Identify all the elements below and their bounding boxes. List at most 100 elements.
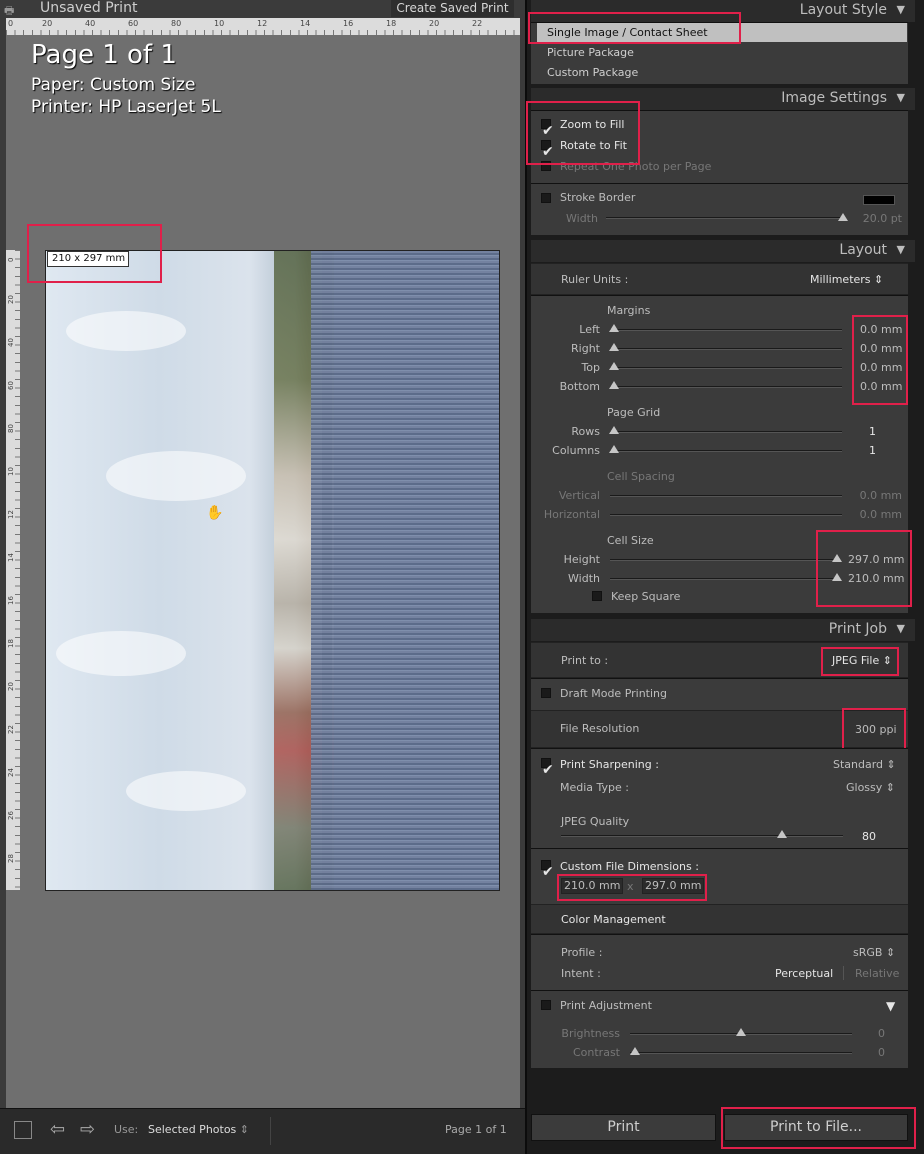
margin-top-slider[interactable] — [610, 367, 842, 369]
paper-info: Paper: Custom Size — [31, 75, 196, 95]
stroke-border-checkbox[interactable] — [541, 193, 551, 203]
cloud — [126, 771, 246, 811]
preview-toolbar: 🖶 Unsaved Print Create Saved Print — [0, 0, 525, 18]
margin-left-slider-knob[interactable] — [609, 324, 619, 332]
jpeg-quality-slider[interactable] — [561, 835, 843, 837]
custom-dims-checkbox[interactable]: ✔ — [541, 860, 554, 879]
print-sharpening-select-value: Standard — [833, 758, 884, 771]
contrast-slider-knob[interactable] — [630, 1047, 640, 1055]
divider — [843, 966, 844, 980]
stroke-color-swatch[interactable] — [863, 195, 895, 205]
expand-triangle-icon[interactable]: ▼ — [886, 999, 895, 1013]
use-select[interactable]: Selected Photos ⇕ — [148, 1123, 249, 1136]
color-management-label: Color Management — [561, 913, 666, 926]
print-title: Unsaved Print — [40, 0, 138, 16]
intent-relative-button[interactable]: Relative — [855, 967, 899, 980]
cell-width-slider[interactable] — [610, 578, 840, 580]
print-preview-photo[interactable] — [45, 250, 500, 891]
ruler-vertical: 0 20 40 60 80 10 12 14 16 18 20 22 24 26… — [6, 250, 20, 890]
margin-right-slider[interactable] — [610, 348, 842, 350]
ruler-top-label: 22 — [472, 19, 483, 28]
horizontal-spacing-slider[interactable] — [610, 514, 842, 516]
ruler-left-label: 60 — [7, 381, 15, 390]
ruler-top-label: 60 — [128, 19, 139, 28]
margin-top-slider-knob[interactable] — [609, 362, 619, 370]
margin-left-slider[interactable] — [610, 329, 842, 331]
arrow-left-icon[interactable]: ⇦ — [50, 1119, 65, 1140]
profile-select[interactable]: sRGB ⇕ — [853, 946, 895, 959]
keep-square-label: Keep Square — [611, 590, 681, 603]
vertical-spacing-slider[interactable] — [610, 495, 842, 497]
jpeg-quality-slider-knob[interactable] — [777, 830, 787, 838]
layout-style-custom-package[interactable]: Custom Package — [537, 63, 907, 82]
media-type-select[interactable]: Glossy ⇕ — [846, 781, 895, 794]
media-type-select-value: Glossy — [846, 781, 883, 794]
highlight-box — [721, 1107, 916, 1149]
highlight-box — [557, 874, 707, 901]
ruler-left-label: 0 — [7, 257, 15, 262]
print-sharpening-checkbox[interactable]: ✔ — [541, 758, 554, 777]
ruler-top-label: 10 — [214, 19, 225, 28]
layout-header[interactable]: Layout ▼ — [531, 240, 915, 262]
draft-mode-checkbox[interactable] — [541, 688, 551, 698]
contrast-value: 0 — [878, 1046, 885, 1059]
print-job-header[interactable]: Print Job ▼ — [531, 619, 915, 641]
ruler-left-label: 40 — [7, 338, 15, 347]
hand-cursor-icon: ✋ — [206, 505, 224, 521]
print-adjustment-label: Print Adjustment — [560, 999, 652, 1012]
ruler-units-select[interactable]: Millimeters ⇕ — [810, 273, 883, 286]
brightness-slider-knob[interactable] — [736, 1028, 746, 1036]
print-button[interactable]: Print — [531, 1114, 716, 1141]
file-resolution-label: File Resolution — [560, 722, 640, 735]
cloud — [66, 311, 186, 351]
page-grid-label: Page Grid — [607, 406, 661, 419]
print-adjustment-checkbox[interactable] — [541, 1000, 551, 1010]
margin-bottom-slider-knob[interactable] — [609, 381, 619, 389]
print-sharpening-label: Print Sharpening : — [560, 758, 659, 771]
ruler-left-label: 24 — [7, 768, 15, 777]
collapse-triangle-icon: ▼ — [896, 243, 905, 256]
create-saved-print-button[interactable]: Create Saved Print — [391, 0, 514, 17]
margin-left-label: Left — [579, 323, 600, 336]
keep-square-checkbox[interactable] — [592, 591, 602, 601]
intent-label: Intent : — [561, 967, 601, 980]
horizontal-spacing-label: Horizontal — [543, 508, 600, 521]
jpeg-quality-label: JPEG Quality — [561, 815, 630, 828]
contrast-slider[interactable] — [630, 1052, 852, 1054]
rows-value: 1 — [869, 425, 876, 438]
margin-right-slider-knob[interactable] — [609, 343, 619, 351]
ruler-units-select-value: Millimeters — [810, 273, 871, 286]
ruler-left-label: 22 — [7, 725, 15, 734]
layout-style-picture-package[interactable]: Picture Package — [537, 43, 907, 62]
margin-bottom-slider[interactable] — [610, 386, 842, 388]
margin-bottom-label: Bottom — [559, 380, 600, 393]
rows-slider[interactable] — [610, 431, 842, 433]
columns-slider[interactable] — [610, 450, 842, 452]
highlight-box — [526, 101, 640, 165]
cell-size-label: Cell Size — [607, 534, 654, 547]
page-status: Page 1 of 1 — [445, 1123, 507, 1136]
cloud — [106, 451, 246, 501]
highlight-box — [27, 224, 162, 283]
intent-perceptual-button[interactable]: Perceptual — [775, 967, 833, 980]
ruler-left-label: 12 — [7, 510, 15, 519]
grid-toggle-button[interactable] — [14, 1121, 32, 1139]
vertical-spacing-label: Vertical — [558, 489, 600, 502]
divider — [270, 1117, 271, 1145]
bottom-toolbar: ⇦ ⇨ Use: Selected Photos ⇕ Page 1 of 1 — [0, 1108, 525, 1154]
rows-slider-knob[interactable] — [609, 426, 619, 434]
margins-label: Margins — [607, 304, 651, 317]
profile-select-value: sRGB — [853, 946, 883, 959]
arrow-right-icon[interactable]: ⇨ — [80, 1119, 95, 1140]
ruler-top-label: 12 — [257, 19, 268, 28]
media-type-label: Media Type : — [560, 781, 630, 794]
contrast-label: Contrast — [572, 1046, 620, 1059]
cell-height-slider[interactable] — [610, 559, 840, 561]
columns-slider-knob[interactable] — [609, 445, 619, 453]
stroke-width-slider[interactable] — [606, 217, 844, 219]
ruler-left-label: 26 — [7, 811, 15, 820]
stroke-width-label: Width — [566, 212, 598, 225]
print-sharpening-select[interactable]: Standard ⇕ — [833, 758, 896, 771]
profile-section — [531, 934, 908, 990]
stroke-width-value: 20.0 pt — [862, 212, 902, 225]
